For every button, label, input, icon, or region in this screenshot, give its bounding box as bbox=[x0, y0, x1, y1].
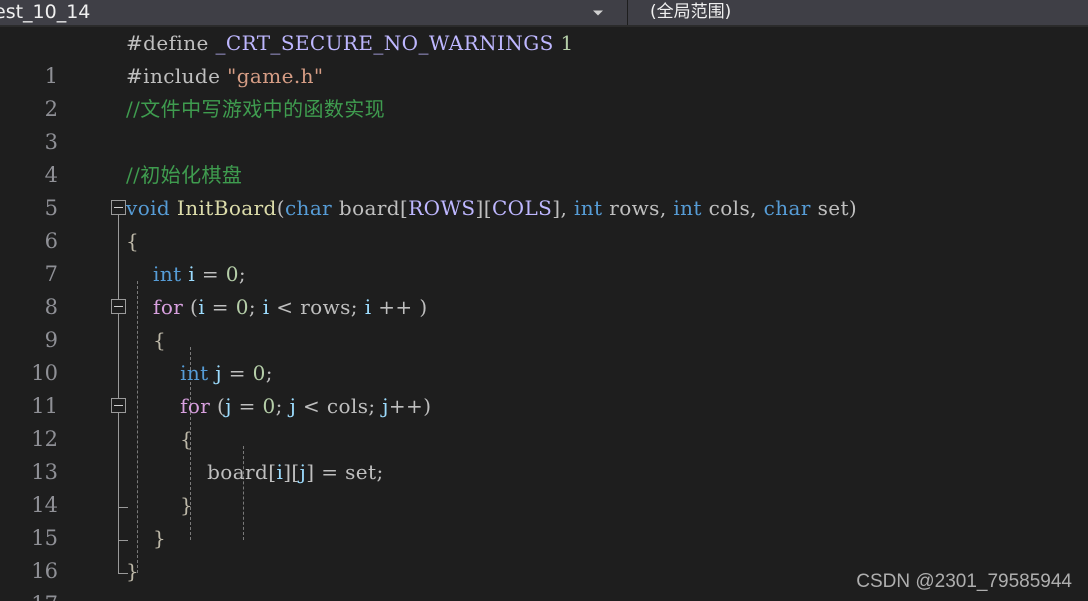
code-line[interactable]: 5 //初始化棋盘 bbox=[0, 159, 1088, 220]
file-scope-dropdown-value: est_10_14 bbox=[0, 1, 91, 23]
code-line[interactable]: 16 } bbox=[0, 522, 1088, 583]
line-number: 17 bbox=[0, 588, 58, 601]
line-content: board[i][j] = set; bbox=[126, 460, 384, 484]
line-content: } bbox=[126, 493, 194, 517]
code-line[interactable]: 3 //文件中写游戏中的函数实现 bbox=[0, 93, 1088, 154]
code-line[interactable]: 2 #include "game.h" bbox=[0, 60, 1088, 121]
member-scope-dropdown-value: (全局范围) bbox=[650, 2, 732, 22]
line-content: #include "game.h" bbox=[126, 64, 324, 88]
line-content: int j = 0; bbox=[180, 361, 273, 385]
line-content: { bbox=[126, 229, 140, 253]
code-line[interactable]: 10 { bbox=[0, 324, 1088, 385]
line-content: for (i = 0; i < rows; i ++ ) bbox=[153, 295, 428, 319]
line-content: #define _CRT_SECURE_NO_WARNINGS 1 bbox=[126, 31, 574, 55]
line-content: //初始化棋盘 bbox=[126, 163, 243, 187]
code-line[interactable]: 14 board[i][j] = set; bbox=[0, 456, 1088, 517]
code-line[interactable]: 1 #define _CRT_SECURE_NO_WARNINGS 1 bbox=[0, 27, 1088, 88]
code-line[interactable]: 12 for (j = 0; j < cols; j++) bbox=[0, 390, 1088, 451]
line-content: { bbox=[126, 328, 167, 352]
code-line[interactable]: 8 int i = 0; bbox=[0, 258, 1088, 319]
line-content: void InitBoard(char board[ROWS][COLS], i… bbox=[126, 196, 858, 220]
code-line[interactable]: 11 int j = 0; bbox=[0, 357, 1088, 418]
code-line[interactable]: 7 { bbox=[0, 225, 1088, 286]
line-content: { bbox=[126, 427, 194, 451]
code-line[interactable]: 9 for (i = 0; i < rows; i ++ ) bbox=[0, 291, 1088, 352]
line-content: for (j = 0; j < cols; j++) bbox=[180, 394, 432, 418]
code-line[interactable]: 15 } bbox=[0, 489, 1088, 550]
line-content: } bbox=[126, 526, 167, 550]
line-content: int i = 0; bbox=[153, 262, 247, 286]
code-editor-surface[interactable]: 1 #define _CRT_SECURE_NO_WARNINGS 1 2 #i… bbox=[0, 27, 1088, 601]
code-line[interactable]: 4 bbox=[0, 126, 1088, 187]
chevron-down-icon[interactable] bbox=[593, 10, 603, 15]
csdn-watermark: CSDN @2301_79585944 bbox=[856, 571, 1072, 592]
member-scope-dropdown[interactable]: (全局范围) bbox=[628, 0, 1088, 25]
file-scope-dropdown[interactable]: est_10_14 bbox=[0, 0, 627, 25]
line-content: } bbox=[126, 559, 140, 583]
code-line[interactable]: 13 { bbox=[0, 423, 1088, 484]
code-line[interactable]: 6 void InitBoard(char board[ROWS][COLS],… bbox=[0, 192, 1088, 253]
editor-navigation-bar: est_10_14 (全局范围) bbox=[0, 0, 1088, 25]
line-content: //文件中写游戏中的函数实现 bbox=[126, 97, 386, 121]
